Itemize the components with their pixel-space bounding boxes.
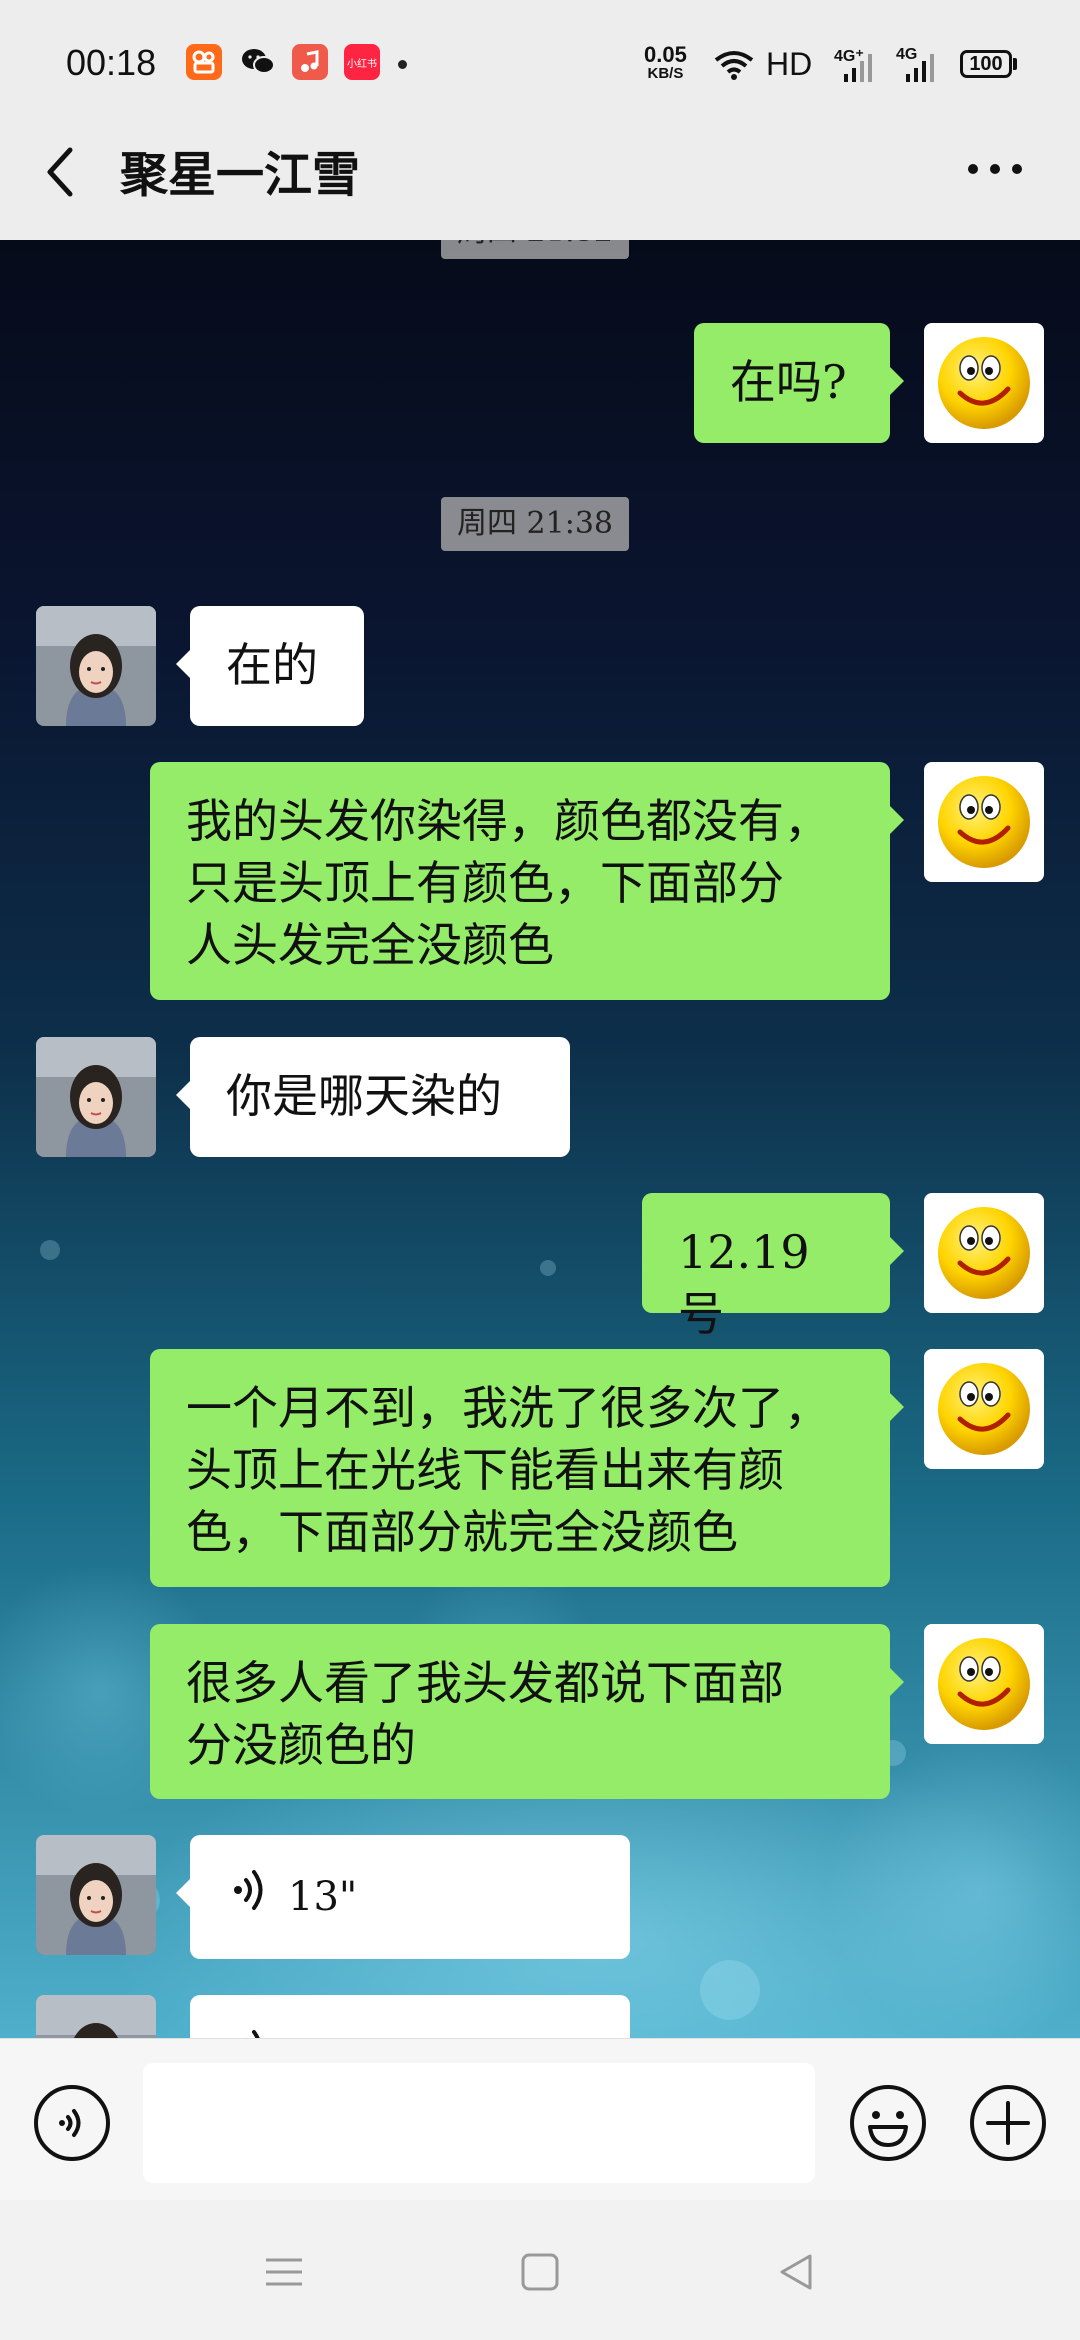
- voice-icon: [34, 2085, 110, 2161]
- more-features-button[interactable]: [968, 2083, 1048, 2163]
- message-bubble[interactable]: 你是哪天染的: [176, 1037, 570, 1157]
- message-bubble[interactable]: 在吗?: [694, 323, 904, 443]
- voice-message-bubble[interactable]: [190, 1995, 630, 2038]
- message-text: 在的: [226, 638, 318, 692]
- message-bubble[interactable]: 一个月不到，我洗了很多次了， 头顶上在光线下能看出来有颜 色，下面部分就完全没颜色: [150, 1349, 904, 1587]
- more-options-button[interactable]: [965, 145, 1025, 185]
- nav-back-button[interactable]: [774, 2250, 818, 2294]
- battery-tip: [1013, 58, 1017, 70]
- kuaishou-icon: [186, 44, 222, 80]
- network-speed: 0.05 KB/S: [644, 42, 687, 82]
- message-text: 在吗?: [730, 355, 847, 409]
- message-bubble[interactable]: 很多人看了我头发都说下面部 分没颜色的: [150, 1624, 904, 1799]
- voice-message-bubble[interactable]: 13": [176, 1835, 630, 1959]
- back-button[interactable]: [38, 142, 88, 197]
- chat-screen: 00:18 小红书 0.05 KB/S HD 4G⁺ 4G 100 聚星一江雪 …: [0, 0, 1080, 2340]
- message-text: 你是哪天染的: [226, 1069, 502, 1123]
- contact-avatar[interactable]: [36, 1037, 156, 1157]
- message-text: 我的头发你染得，颜色都没有，: [186, 794, 830, 848]
- back-triangle-icon: [780, 2254, 812, 2290]
- home-square-icon: [521, 2253, 559, 2291]
- battery-icon: 100: [960, 50, 1012, 78]
- plus-icon: [970, 2085, 1046, 2161]
- message-bubble[interactable]: 我的头发你染得，颜色都没有， 只是头顶上有颜色，下面部分 人头发完全没颜色: [150, 762, 904, 1000]
- contact-avatar[interactable]: [36, 1835, 156, 1955]
- message-list[interactable]: 周四 21:32 在吗? 周四 21:38 在的我的头发你染得，颜色都没有， 只是头顶上…: [0, 240, 1080, 2038]
- contact-avatar[interactable]: [36, 606, 156, 726]
- network-speed-value: 0.05: [644, 42, 687, 67]
- my-avatar[interactable]: [924, 323, 1044, 443]
- message-text: 分没颜色的: [186, 1718, 416, 1772]
- contact-avatar[interactable]: [36, 1995, 156, 2038]
- message-text: 12.19 号: [678, 1225, 810, 1341]
- my-avatar[interactable]: [924, 762, 1044, 882]
- chat-title: 聚星一江雪: [120, 147, 361, 203]
- hd-label: HD: [766, 46, 813, 82]
- nav-menu-button[interactable]: [262, 2250, 306, 2294]
- smiley-icon: [850, 2085, 926, 2161]
- status-time: 00:18: [66, 42, 157, 83]
- chevron-left-icon: [47, 147, 73, 197]
- voice-wave-icon: [230, 2025, 270, 2038]
- message-input[interactable]: [143, 2063, 815, 2183]
- emoji-button[interactable]: [848, 2083, 928, 2163]
- my-avatar[interactable]: [924, 1349, 1044, 1469]
- message-text: 人头发完全没颜色: [186, 918, 554, 972]
- music-icon: [292, 44, 328, 80]
- message-text: 头顶上在光线下能看出来有颜: [186, 1443, 784, 1497]
- voice-input-button[interactable]: [32, 2083, 112, 2163]
- notification-dot: [398, 60, 407, 69]
- message-bubble[interactable]: 在的: [176, 606, 364, 726]
- menu-icon: [266, 2258, 302, 2286]
- message-bubble[interactable]: 12.19 号: [642, 1193, 904, 1341]
- xiaohongshu-icon: 小红书: [344, 44, 380, 80]
- wechat-icon: [240, 44, 276, 80]
- more-dots-icon: [968, 164, 1022, 174]
- message-timestamp: 周四 21:32: [441, 240, 629, 259]
- message-text: 一个月不到，我洗了很多次了，: [186, 1381, 830, 1435]
- status-bar: 00:18 小红书 0.05 KB/S HD 4G⁺ 4G 100: [0, 0, 1080, 132]
- message-timestamp: 周四 21:38: [441, 497, 629, 551]
- battery-level: 100: [969, 53, 1003, 75]
- nav-home-button[interactable]: [518, 2250, 562, 2294]
- my-avatar[interactable]: [924, 1193, 1044, 1313]
- message-text: 很多人看了我头发都说下面部: [186, 1656, 784, 1710]
- wifi-icon: [714, 50, 754, 84]
- network-speed-unit: KB/S: [647, 65, 684, 82]
- message-text: 只是头顶上有颜色，下面部分: [186, 856, 784, 910]
- message-text: 色，下面部分就完全没颜色: [186, 1505, 738, 1559]
- my-avatar[interactable]: [924, 1624, 1044, 1744]
- voice-wave-icon: [230, 1865, 270, 1930]
- voice-duration: 13": [288, 1874, 358, 1920]
